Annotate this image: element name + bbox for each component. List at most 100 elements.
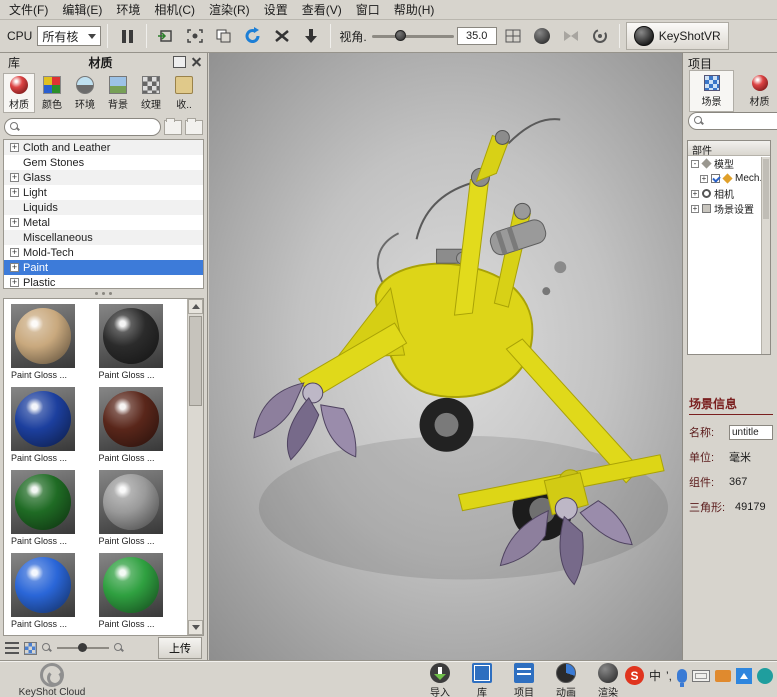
tab-materials[interactable]: 材质 xyxy=(3,73,35,113)
download-button[interactable] xyxy=(298,23,324,49)
tray-upload-icon[interactable] xyxy=(736,667,752,684)
open-folder-button[interactable] xyxy=(185,117,203,135)
tab-material[interactable]: 材质 xyxy=(737,70,777,112)
tray-network-icon[interactable] xyxy=(757,667,773,684)
material-item[interactable]: Paint Gloss ... xyxy=(11,387,97,463)
close-panel-button[interactable] xyxy=(190,56,203,68)
thumbnail-size-slider[interactable] xyxy=(57,641,109,655)
menu-settings[interactable]: 设置 xyxy=(257,0,295,20)
scene-tree-scrollbar[interactable] xyxy=(761,157,770,354)
expand-icon[interactable] xyxy=(10,248,19,257)
link-views-button[interactable] xyxy=(558,23,584,49)
soft-keyboard-icon[interactable] xyxy=(692,669,710,682)
expand-icon[interactable] xyxy=(10,263,19,272)
ime-punctuation-toggle[interactable]: ’, xyxy=(666,669,672,683)
material-item[interactable]: Paint Gloss ... xyxy=(11,304,97,380)
pause-button[interactable] xyxy=(114,23,140,49)
menu-render[interactable]: 渲染(R) xyxy=(202,0,257,20)
tab-scene[interactable]: 场景 xyxy=(689,70,734,112)
view-angle-value[interactable]: 35.0 xyxy=(456,27,497,45)
expand-icon[interactable] xyxy=(10,278,19,287)
panel-splitter-handle[interactable] xyxy=(0,289,207,298)
scroll-up-button[interactable] xyxy=(188,299,203,314)
expand-icon[interactable] xyxy=(691,204,699,213)
keyshotvr-button[interactable]: KeyShotVR xyxy=(625,22,729,50)
menu-environment[interactable]: 环境 xyxy=(109,0,147,20)
tree-item-glass[interactable]: Glass xyxy=(4,170,203,185)
upload-button[interactable]: 上传 xyxy=(158,637,202,659)
scene-item-mech[interactable]: Mech... xyxy=(688,171,770,186)
tree-item-gemstones[interactable]: Gem Stones xyxy=(4,155,203,170)
dock-animation[interactable]: 动画 xyxy=(546,663,586,697)
list-view-button[interactable] xyxy=(5,642,19,654)
menu-window[interactable]: 窗口 xyxy=(349,0,387,20)
tab-favorites[interactable]: 收.. xyxy=(168,73,200,113)
slider-thumb[interactable] xyxy=(394,30,406,41)
expand-icon[interactable] xyxy=(10,143,19,152)
tab-backplates[interactable]: 背景 xyxy=(102,73,134,113)
tree-item-metal[interactable]: Metal xyxy=(4,215,203,230)
keyshot-cloud-item[interactable]: KeyShot Cloud xyxy=(12,663,92,697)
tree-item-cloth[interactable]: Cloth and Leather xyxy=(4,140,203,155)
scroll-down-button[interactable] xyxy=(188,620,203,635)
library-header-tab[interactable]: 库 xyxy=(0,54,28,71)
cores-dropdown[interactable]: 所有核 xyxy=(37,26,102,46)
scene-item-camera[interactable]: 相机 xyxy=(688,186,770,201)
dock-project[interactable]: 项目 xyxy=(504,663,544,697)
expand-icon[interactable] xyxy=(700,174,708,183)
tree-item-moldtech[interactable]: Mold-Tech xyxy=(4,245,203,260)
dock-render[interactable]: 渲染 xyxy=(588,663,628,697)
dock-import[interactable]: 导入 xyxy=(420,663,460,697)
material-scrollbar[interactable] xyxy=(187,299,203,635)
slider-thumb[interactable] xyxy=(77,643,87,652)
duplicate-button[interactable] xyxy=(211,23,237,49)
sogou-logo-icon[interactable]: S xyxy=(624,666,644,685)
library-search-input[interactable] xyxy=(4,118,161,136)
expand-icon[interactable] xyxy=(10,173,19,182)
menu-file[interactable]: 文件(F) xyxy=(2,0,55,20)
scene-item-model[interactable]: 模型 xyxy=(688,156,770,171)
expand-icon[interactable] xyxy=(691,189,699,198)
view-angle-slider[interactable] xyxy=(371,26,454,46)
scene-name-field[interactable]: untitle xyxy=(729,424,773,440)
expand-icon[interactable] xyxy=(10,188,19,197)
scrollbar-thumb[interactable] xyxy=(189,316,202,406)
undock-panel-button[interactable] xyxy=(173,56,186,68)
menu-edit[interactable]: 编辑(E) xyxy=(55,0,109,20)
project-search-input[interactable] xyxy=(688,112,777,130)
tree-item-paint[interactable]: Paint xyxy=(4,260,203,275)
menu-help[interactable]: 帮助(H) xyxy=(387,0,442,20)
expand-icon[interactable] xyxy=(10,218,19,227)
viewport-3d[interactable] xyxy=(209,53,682,660)
scrollbar-thumb[interactable] xyxy=(763,159,769,219)
material-item[interactable]: Paint Gloss ... xyxy=(98,304,185,380)
material-item[interactable]: Paint Gloss ... xyxy=(98,470,185,546)
render-sphere-button[interactable] xyxy=(529,23,555,49)
region-button[interactable] xyxy=(182,23,208,49)
material-item[interactable]: Paint Gloss ... xyxy=(98,387,185,463)
material-item[interactable]: Paint Gloss ... xyxy=(11,470,97,546)
export-button[interactable] xyxy=(153,23,179,49)
material-item[interactable]: Paint Gloss ... xyxy=(11,553,97,629)
menu-camera[interactable]: 相机(C) xyxy=(147,0,202,20)
add-folder-button[interactable] xyxy=(164,117,182,135)
refresh-button[interactable] xyxy=(240,23,266,49)
tab-environments[interactable]: 环境 xyxy=(69,73,101,113)
visibility-checkbox[interactable] xyxy=(711,174,720,183)
tab-colors[interactable]: 颜色 xyxy=(36,73,68,113)
tab-textures[interactable]: 纹理 xyxy=(135,73,167,113)
menu-view[interactable]: 查看(V) xyxy=(295,0,349,20)
ime-mode-toggle[interactable]: 中 xyxy=(649,667,661,684)
ime-toolbox-icon[interactable] xyxy=(715,669,731,682)
scene-item-scene-settings[interactable]: 场景设置 xyxy=(688,201,770,216)
microphone-icon[interactable] xyxy=(677,668,687,687)
zoom-out-icon[interactable] xyxy=(42,643,52,653)
tree-item-liquids[interactable]: Liquids xyxy=(4,200,203,215)
tree-item-light[interactable]: Light xyxy=(4,185,203,200)
clear-geometry-button[interactable] xyxy=(269,23,295,49)
dock-library[interactable]: 库 xyxy=(462,663,502,697)
zoom-in-icon[interactable] xyxy=(114,643,124,653)
grid-toggle-button[interactable] xyxy=(500,23,526,49)
grid-view-button[interactable] xyxy=(24,641,37,655)
turntable-button[interactable] xyxy=(587,23,613,49)
